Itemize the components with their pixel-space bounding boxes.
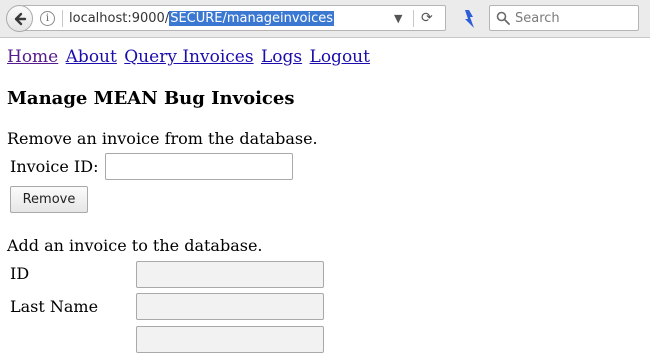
id-label: ID: [10, 264, 30, 283]
address-bar[interactable]: i localhost:9000/SECURE/manageinvoices ▼…: [22, 5, 446, 31]
info-icon[interactable]: i: [40, 11, 55, 26]
invoice-id-input[interactable]: [105, 153, 293, 180]
nav-link-about[interactable]: About: [66, 47, 117, 67]
id-input[interactable]: [136, 261, 324, 288]
search-icon: [496, 11, 510, 25]
url-divider-2: [413, 10, 414, 27]
url-text[interactable]: localhost:9000/SECURE/manageinvoices: [69, 10, 335, 27]
add-section-heading: Add an invoice to the database.: [7, 236, 263, 255]
back-arrow-icon: [14, 12, 26, 25]
url-divider: [62, 10, 63, 27]
url-prefix: localhost:9000/: [69, 11, 170, 26]
nav-link-query-invoices[interactable]: Query Invoices: [124, 47, 253, 67]
nav-link-home[interactable]: Home: [7, 47, 58, 67]
page-content: Home About Query Invoices Logs Logout Ma…: [0, 39, 650, 353]
remove-section-heading: Remove an invoice from the database.: [7, 129, 318, 148]
nav-bar: Home About Query Invoices Logs Logout: [7, 47, 372, 67]
extension-icon[interactable]: [462, 9, 476, 29]
nav-link-logs[interactable]: Logs: [261, 47, 302, 67]
browser-toolbar: i localhost:9000/SECURE/manageinvoices ▼…: [0, 0, 650, 38]
remove-button[interactable]: Remove: [10, 186, 88, 213]
last-name-input[interactable]: [136, 293, 324, 320]
next-field-input[interactable]: [136, 326, 324, 353]
last-name-label: Last Name: [10, 297, 99, 316]
back-button[interactable]: [6, 5, 33, 32]
search-bar[interactable]: Search: [489, 5, 639, 31]
invoice-id-label: Invoice ID:: [10, 157, 99, 176]
page-title: Manage MEAN Bug Invoices: [7, 88, 295, 109]
reload-icon[interactable]: ⟳: [421, 9, 433, 27]
url-selected-text: SECURE/manageinvoices: [169, 11, 335, 26]
search-placeholder: Search: [515, 11, 560, 26]
nav-link-logout[interactable]: Logout: [310, 47, 370, 67]
chevron-down-icon[interactable]: ▼: [394, 10, 402, 27]
